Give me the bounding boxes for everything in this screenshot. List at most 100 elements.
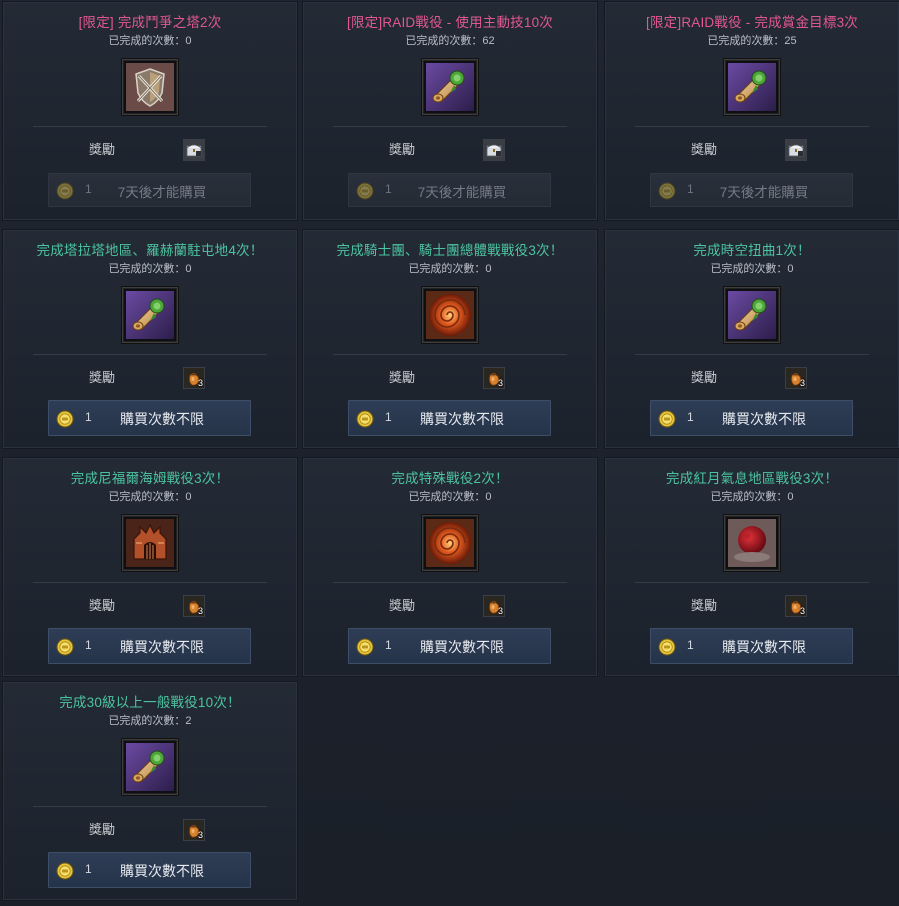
divider xyxy=(635,354,869,355)
divider xyxy=(333,582,567,583)
price: 1 xyxy=(687,182,694,196)
buy-button-label: 購買次數不限 xyxy=(120,863,204,879)
price: 1 xyxy=(85,638,92,652)
completed-count: 已完成的次數：0 xyxy=(108,263,192,275)
coin-icon xyxy=(56,182,74,200)
shield-crossed-swords-icon xyxy=(122,59,178,115)
mission-card: 完成騎士團、騎士團總體戰戰役3次！ 已完成的次數：0 獎勵 3 1 購買次數不限 xyxy=(302,229,598,449)
mission-title: 完成騎士團、騎士團總體戰戰役3次！ xyxy=(336,243,564,258)
buy-button-label: 購買次數不限 xyxy=(420,411,504,427)
price: 1 xyxy=(85,410,92,424)
mission-title: 完成時空扭曲1次！ xyxy=(693,243,811,258)
completed-count: 已完成的次數：2 xyxy=(108,715,192,727)
completed-count: 已完成的次數：0 xyxy=(408,491,492,503)
mission-title: [限定] 完成鬥爭之塔2次 xyxy=(78,15,222,30)
pouch-icon[interactable]: 3 xyxy=(183,367,205,389)
buy-button-label: 購買次數不限 xyxy=(120,411,204,427)
coin-icon xyxy=(56,410,74,428)
reward-label: 獎勵 xyxy=(89,598,116,613)
buy-button[interactable]: 1 購買次數不限 xyxy=(48,852,251,888)
reward-label: 獎勵 xyxy=(89,370,116,385)
price: 1 xyxy=(85,862,92,876)
price: 1 xyxy=(687,638,694,652)
completed-count: 已完成的次數：0 xyxy=(108,491,192,503)
mission-title: [限定]RAID戰役 - 使用主動技10次 xyxy=(347,15,553,30)
reward-quantity: 3 xyxy=(799,378,805,388)
fire-swirl-icon xyxy=(422,515,478,571)
mission-card: [限定] 完成鬥爭之塔2次 已完成的次數：0 獎勵 1 7天後才能購買 xyxy=(2,1,298,221)
mission-title: 完成紅月氣息地區戰役3次！ xyxy=(665,471,839,486)
buy-button[interactable]: 1 購買次數不限 xyxy=(348,400,551,436)
divider xyxy=(333,354,567,355)
divider xyxy=(635,126,869,127)
reward-label: 獎勵 xyxy=(691,142,718,157)
completed-count: 已完成的次數：25 xyxy=(707,35,797,47)
mission-title: 完成尼福爾海姆戰役3次！ xyxy=(70,471,230,486)
scroll-icon xyxy=(122,739,178,795)
mission-card: [限定]RAID戰役 - 使用主動技10次 已完成的次數：62 獎勵 1 7天後… xyxy=(302,1,598,221)
buy-button[interactable]: 1 購買次數不限 xyxy=(650,628,853,664)
pouch-icon[interactable]: 3 xyxy=(785,595,807,617)
fire-swirl-icon xyxy=(422,287,478,343)
coin-icon xyxy=(356,410,374,428)
pouch-icon[interactable]: 3 xyxy=(183,819,205,841)
divider xyxy=(33,354,267,355)
pouch-icon[interactable]: 3 xyxy=(483,367,505,389)
buy-button-label: 7天後才能購買 xyxy=(117,185,207,200)
buy-button[interactable]: 1 購買次數不限 xyxy=(650,400,853,436)
buy-button[interactable]: 1 7天後才能購買 xyxy=(650,173,853,207)
mission-title: 完成30級以上一般戰役10次！ xyxy=(59,695,241,710)
reward-quantity: 3 xyxy=(497,378,503,388)
mission-card: 完成時空扭曲1次！ 已完成的次數：0 獎勵 3 1 購買次數不限 xyxy=(604,229,899,449)
reward-quantity: 3 xyxy=(197,830,203,840)
price: 1 xyxy=(385,182,392,196)
mission-card: 完成特殊戰役2次！ 已完成的次數：0 獎勵 3 1 購買次數不限 xyxy=(302,457,598,677)
mission-title: [限定]RAID戰役 - 完成賞金目標3次 xyxy=(646,15,858,30)
coin-icon xyxy=(658,638,676,656)
reward-quantity: 3 xyxy=(197,606,203,616)
buy-button-label: 購買次數不限 xyxy=(420,639,504,655)
silver-chest-icon[interactable] xyxy=(483,139,505,161)
reward-label: 獎勵 xyxy=(389,142,416,157)
completed-count: 已完成的次數：0 xyxy=(710,263,794,275)
scroll-icon xyxy=(422,59,478,115)
coin-icon xyxy=(658,182,676,200)
buy-button[interactable]: 1 購買次數不限 xyxy=(48,400,251,436)
mission-card: 完成紅月氣息地區戰役3次！ 已完成的次數：0 獎勵 3 1 購買次數不限 xyxy=(604,457,899,677)
red-moon-icon xyxy=(724,515,780,571)
scroll-icon xyxy=(122,287,178,343)
mission-card: 完成塔拉塔地區、羅赫蘭駐屯地4次！ 已完成的次數：0 獎勵 3 1 購買次數不限 xyxy=(2,229,298,449)
mission-card: 完成尼福爾海姆戰役3次！ 已完成的次數：0 獎勵 3 1 購買次數不限 xyxy=(2,457,298,677)
fortress-icon xyxy=(122,515,178,571)
buy-button-label: 7天後才能購買 xyxy=(417,185,507,200)
completed-count: 已完成的次數：0 xyxy=(108,35,192,47)
silver-chest-icon[interactable] xyxy=(183,139,205,161)
buy-button[interactable]: 1 購買次數不限 xyxy=(48,628,251,664)
divider xyxy=(33,806,267,807)
reward-quantity: 3 xyxy=(197,378,203,388)
buy-button[interactable]: 1 7天後才能購買 xyxy=(48,173,251,207)
buy-button-label: 7天後才能購買 xyxy=(719,185,809,200)
buy-button-label: 購買次數不限 xyxy=(722,411,806,427)
mission-title: 完成塔拉塔地區、羅赫蘭駐屯地4次！ xyxy=(36,243,264,258)
price: 1 xyxy=(687,410,694,424)
reward-label: 獎勵 xyxy=(389,598,416,613)
price: 1 xyxy=(385,638,392,652)
buy-button[interactable]: 1 購買次數不限 xyxy=(348,628,551,664)
pouch-icon[interactable]: 3 xyxy=(183,595,205,617)
buy-button[interactable]: 1 7天後才能購買 xyxy=(348,173,551,207)
mission-card: 完成30級以上一般戰役10次！ 已完成的次數：2 獎勵 3 1 購買次數不限 xyxy=(2,681,298,901)
coin-icon xyxy=(56,638,74,656)
pouch-icon[interactable]: 3 xyxy=(483,595,505,617)
divider xyxy=(333,126,567,127)
mission-shop-grid: [限定] 完成鬥爭之塔2次 已完成的次數：0 獎勵 1 7天後才能購買 [限定]… xyxy=(0,0,899,906)
mission-card: [限定]RAID戰役 - 完成賞金目標3次 已完成的次數：25 獎勵 1 7天後… xyxy=(604,1,899,221)
coin-icon xyxy=(658,410,676,428)
coin-icon xyxy=(56,862,74,880)
reward-label: 獎勵 xyxy=(691,598,718,613)
silver-chest-icon[interactable] xyxy=(785,139,807,161)
mission-title: 完成特殊戰役2次！ xyxy=(391,471,509,486)
pouch-icon[interactable]: 3 xyxy=(785,367,807,389)
reward-label: 獎勵 xyxy=(389,370,416,385)
price: 1 xyxy=(85,182,92,196)
